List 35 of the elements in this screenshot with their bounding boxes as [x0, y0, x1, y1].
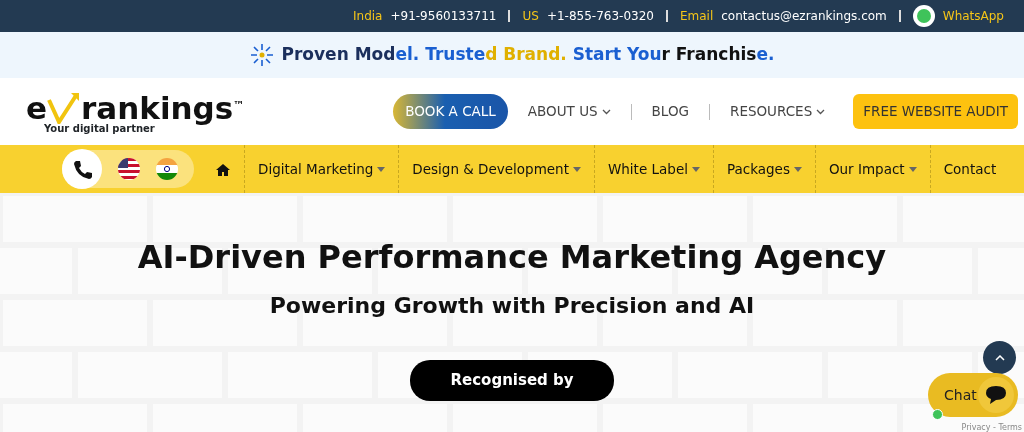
recaptcha-link[interactable]: Privacy - Terms	[961, 424, 1022, 432]
caret-icon	[908, 166, 917, 172]
hero-title: AI-Driven Performance Marketing Agency	[137, 237, 887, 278]
chat-bubble-icon	[978, 377, 1014, 413]
recognised-badge: Recognised by	[410, 360, 614, 401]
caret-icon	[691, 166, 700, 172]
book-call-button[interactable]: BOOK A CALL	[393, 94, 508, 129]
whatsapp-icon[interactable]	[912, 5, 935, 27]
caret-icon	[816, 108, 826, 115]
contact-label: US	[522, 8, 539, 25]
banner-text: Proven Model. Trusted Brand. Start Your Franchise.	[281, 43, 775, 67]
phone-icon[interactable]	[62, 149, 102, 189]
us-flag-icon[interactable]	[118, 158, 140, 180]
contact-link[interactable]: +1-855-763-0320	[546, 7, 654, 25]
nav-link[interactable]: ABOUT US	[527, 101, 611, 122]
burst-icon	[249, 43, 274, 67]
contact-label: India	[353, 8, 383, 25]
whatsapp-link[interactable]: WhatsApp	[942, 7, 1004, 25]
contact-label: Email	[679, 8, 714, 25]
caret-icon	[572, 166, 581, 172]
hero-subtitle: Powering Growth with Precision and AI	[269, 292, 755, 320]
nav-link[interactable]: BLOG	[651, 101, 689, 122]
chat-button[interactable]: Chat	[928, 373, 1018, 417]
caret-icon	[377, 166, 386, 172]
caret-icon	[793, 166, 802, 172]
status-dot	[932, 409, 943, 420]
caret-icon	[994, 354, 1005, 361]
caret-icon	[601, 108, 611, 115]
india-flag-icon[interactable]	[156, 158, 178, 180]
logo[interactable]: e rankings™ Your digital partner	[26, 89, 245, 134]
nav-link[interactable]: RESOURCES	[730, 101, 826, 122]
contact-link[interactable]: +91-9560133711	[390, 7, 497, 25]
home-icon[interactable]	[216, 163, 230, 176]
contact-link[interactable]: contactus@ezrankings.com	[721, 7, 887, 25]
audit-button[interactable]: FREE WEBSITE AUDIT	[853, 94, 1018, 129]
